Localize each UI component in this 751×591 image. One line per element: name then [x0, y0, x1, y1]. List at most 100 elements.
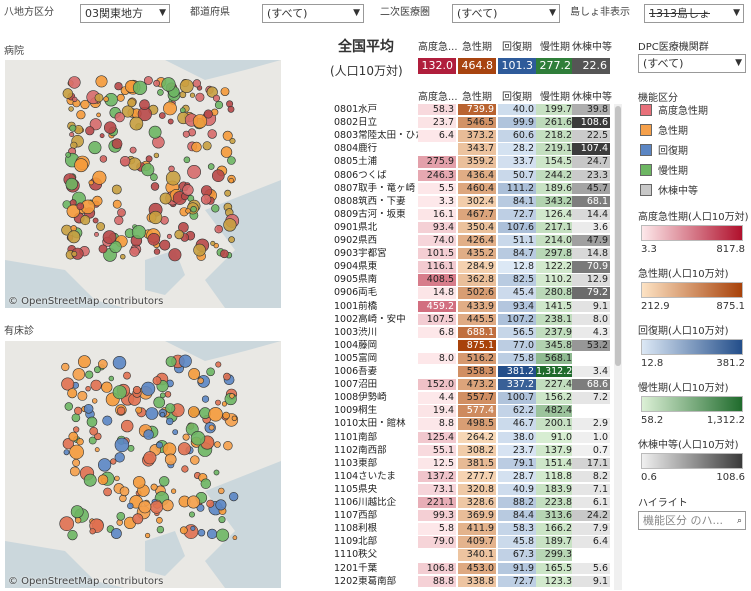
- map-marker[interactable]: [229, 393, 235, 399]
- map-marker[interactable]: [214, 441, 221, 448]
- map-marker[interactable]: [77, 391, 88, 401]
- map-marker[interactable]: [182, 433, 190, 441]
- map-marker[interactable]: [183, 156, 191, 164]
- map-marker[interactable]: [148, 125, 162, 139]
- map-marker[interactable]: [94, 231, 99, 237]
- map-marker[interactable]: [123, 371, 131, 380]
- map-marker[interactable]: [178, 354, 192, 368]
- map-marker[interactable]: [110, 458, 117, 465]
- map-marker[interactable]: [64, 402, 73, 411]
- map-marker[interactable]: [159, 476, 170, 487]
- map-marker[interactable]: [166, 233, 172, 239]
- map-marker[interactable]: [103, 96, 109, 102]
- map-marker[interactable]: [117, 208, 126, 217]
- map-marker[interactable]: [210, 240, 216, 246]
- table-row[interactable]: 1008伊勢崎 4.4 557.7 100.7 156.2 7.2: [332, 392, 612, 404]
- map-marker[interactable]: [127, 98, 137, 108]
- map-marker[interactable]: [69, 132, 75, 138]
- map-marker[interactable]: [68, 431, 79, 442]
- map-marker[interactable]: [67, 388, 78, 399]
- map-marker[interactable]: [231, 415, 238, 422]
- map-marker[interactable]: [232, 535, 238, 540]
- map-marker[interactable]: [143, 429, 154, 440]
- region-select[interactable]: 03関東地方 ▼: [80, 4, 170, 23]
- map-marker[interactable]: [116, 406, 126, 416]
- map-marker[interactable]: [133, 476, 146, 489]
- map-marker[interactable]: [119, 155, 131, 167]
- table-row[interactable]: 0803常陸太田・ひた...6.4373.260.6218.222.5: [332, 130, 612, 142]
- map-marker[interactable]: [65, 177, 78, 191]
- map-marker[interactable]: [70, 505, 84, 519]
- map-marker[interactable]: [114, 82, 123, 91]
- map-marker[interactable]: [138, 500, 152, 514]
- map-marker[interactable]: [214, 100, 224, 110]
- map-marker[interactable]: [83, 404, 94, 414]
- map-marker[interactable]: [132, 513, 144, 525]
- map-marker[interactable]: [197, 529, 206, 537]
- table-row[interactable]: 1202東葛南部 88.8 338.8 72.7 123.3 9.1: [332, 575, 612, 587]
- map-marker[interactable]: [112, 356, 127, 370]
- map-marker[interactable]: [182, 184, 194, 196]
- map-marker[interactable]: [119, 486, 130, 497]
- hospital-map[interactable]: © OpenStreetMap contributors: [5, 60, 281, 308]
- map-marker[interactable]: [114, 437, 130, 453]
- map-marker[interactable]: [200, 194, 212, 205]
- map-marker[interactable]: [116, 512, 126, 521]
- map-marker[interactable]: [59, 516, 75, 531]
- map-marker[interactable]: [208, 424, 215, 431]
- map-marker[interactable]: [207, 528, 218, 539]
- map-marker[interactable]: [132, 80, 148, 95]
- map-marker[interactable]: [168, 248, 182, 262]
- map-marker[interactable]: [99, 155, 108, 163]
- map-marker[interactable]: [131, 225, 146, 240]
- map-marker[interactable]: [94, 93, 104, 103]
- map-marker[interactable]: [224, 189, 232, 197]
- map-marker[interactable]: [103, 487, 112, 497]
- map-marker[interactable]: [97, 458, 112, 472]
- map-marker[interactable]: [63, 449, 70, 456]
- table-row[interactable]: 0901県北 93.4 350.4 107.6 217.1 3.6: [332, 221, 612, 234]
- map-marker[interactable]: [206, 367, 215, 377]
- map-marker[interactable]: [197, 377, 204, 384]
- map-marker[interactable]: [188, 368, 200, 380]
- map-marker[interactable]: [171, 488, 177, 494]
- map-marker[interactable]: [132, 385, 141, 394]
- map-marker[interactable]: [114, 215, 124, 225]
- map-marker[interactable]: [89, 528, 96, 535]
- table-scrollbar[interactable]: [614, 104, 622, 590]
- table-row[interactable]: 1103東部 12.5 381.5 79.1 151.4 17.1: [332, 457, 612, 470]
- map-marker[interactable]: [111, 138, 123, 149]
- map-marker[interactable]: [167, 118, 174, 125]
- map-marker[interactable]: [189, 92, 196, 98]
- map-marker[interactable]: [120, 419, 134, 433]
- map-marker[interactable]: [150, 500, 164, 514]
- map-marker[interactable]: [111, 528, 122, 539]
- map-marker[interactable]: [94, 447, 100, 453]
- map-marker[interactable]: [147, 233, 161, 246]
- map-marker[interactable]: [190, 206, 197, 213]
- map-marker[interactable]: [215, 361, 222, 368]
- table-row[interactable]: 1201千葉 106.8 453.0 91.9 165.5 5.6: [332, 562, 612, 574]
- map-marker[interactable]: [163, 101, 177, 116]
- table-row[interactable]: 1104さいたま 137.2 277.7 28.7 118.8 8.2: [332, 470, 612, 483]
- table-row[interactable]: 0808筑西・下妻 3.3 302.4 84.1 343.2 68.1: [332, 195, 612, 208]
- map-marker[interactable]: [168, 165, 175, 173]
- map-marker[interactable]: [216, 528, 230, 542]
- map-marker[interactable]: [190, 430, 206, 446]
- dpc-select[interactable]: (すべて) ▼: [638, 54, 746, 73]
- map-marker[interactable]: [102, 230, 117, 244]
- map-marker[interactable]: [159, 112, 166, 119]
- map-marker[interactable]: [112, 385, 127, 400]
- table-row[interactable]: 0801水戸 58.3 739.9 40.0 199.7 39.8: [332, 104, 612, 116]
- map-marker[interactable]: [97, 474, 109, 485]
- map-marker[interactable]: [227, 105, 235, 113]
- map-marker[interactable]: [207, 163, 215, 170]
- table-row[interactable]: 1010太田・館林 8.8 498.5 46.7 200.1 2.9: [332, 418, 612, 430]
- map-marker[interactable]: [111, 184, 122, 195]
- map-marker[interactable]: [67, 230, 81, 244]
- map-marker[interactable]: [195, 92, 205, 102]
- scrollbar-thumb[interactable]: [615, 106, 621, 366]
- map-marker[interactable]: [179, 79, 194, 93]
- area-table[interactable]: 0801水戸 58.3 739.9 40.0 199.7 39.8 0802日立 23.7 54…: [332, 104, 612, 590]
- map-marker[interactable]: [214, 225, 223, 234]
